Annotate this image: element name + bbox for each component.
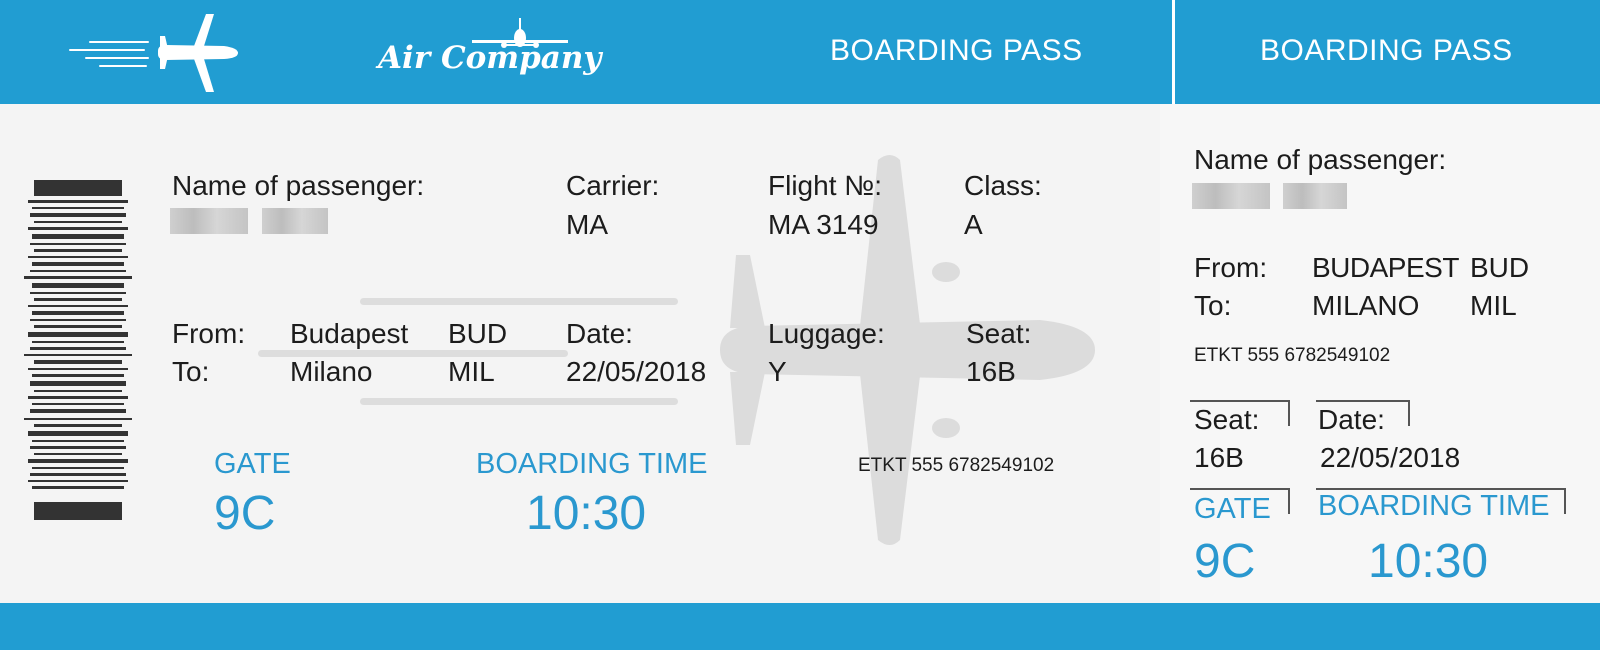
stub-date-value: 22/05/2018	[1320, 442, 1461, 473]
stub-eticket-number: ETKT 555 6782549102	[1194, 345, 1391, 366]
to-code: MIL	[448, 356, 495, 387]
date-label: Date:	[566, 318, 633, 349]
decorative-line	[360, 398, 678, 405]
brand-plane-icon	[472, 18, 568, 48]
stub-from-city: BUDAPEST	[1312, 252, 1459, 283]
stub-boarding-time-value: 10:30	[1368, 535, 1489, 588]
stub-from-label: From:	[1194, 252, 1268, 283]
stub-boarding-time-label: BOARDING TIME	[1318, 490, 1550, 522]
from-city: Budapest	[290, 318, 409, 349]
luggage-label: Luggage:	[768, 318, 885, 349]
stub-seat-value: 16B	[1194, 442, 1244, 473]
barcode-icon	[24, 180, 132, 520]
seat-value: 16B	[966, 356, 1016, 387]
class-value: A	[964, 209, 983, 240]
passenger-name-redacted	[170, 208, 248, 234]
stub-passenger-surname-redacted	[1283, 183, 1347, 209]
decorative-line	[360, 298, 678, 305]
to-label: To:	[172, 356, 210, 387]
stub-to-city: MILANO	[1312, 290, 1420, 321]
class-label: Class:	[964, 170, 1042, 201]
seat-label: Seat:	[966, 318, 1032, 349]
page-title: BOARDING PASS	[830, 34, 1083, 67]
stub-title: BOARDING PASS	[1260, 34, 1513, 67]
flight-label: Flight №:	[768, 170, 883, 201]
gate-label: GATE	[214, 448, 291, 480]
gate-value: 9C	[214, 487, 276, 540]
stub-passenger-label: Name of passenger:	[1194, 144, 1447, 175]
stub-seat-label: Seat:	[1194, 404, 1260, 435]
passenger-surname-redacted	[262, 208, 328, 234]
flight-value: MA 3149	[768, 209, 879, 240]
passenger-label: Name of passenger:	[172, 170, 425, 201]
from-code: BUD	[448, 318, 508, 349]
from-label: From:	[172, 318, 246, 349]
carrier-label: Carrier:	[566, 170, 660, 201]
plane-icon	[69, 14, 238, 92]
footer-band	[0, 603, 1600, 650]
carrier-value: MA	[566, 209, 608, 240]
stub-date-label: Date:	[1318, 404, 1385, 435]
stub-gate-value: 9C	[1194, 535, 1256, 588]
eticket-number: ETKT 555 6782549102	[858, 455, 1055, 476]
boarding-time-value: 10:30	[526, 487, 647, 540]
date-value: 22/05/2018	[566, 356, 707, 387]
stub-from-code: BUD	[1470, 252, 1530, 283]
stub-to-code: MIL	[1470, 290, 1517, 321]
stub-passenger-name-redacted	[1192, 183, 1270, 209]
boarding-time-label: BOARDING TIME	[476, 448, 708, 480]
header-divider	[1172, 0, 1175, 104]
stub-gate-label: GATE	[1194, 493, 1271, 525]
luggage-value: Y	[768, 356, 787, 387]
to-city: Milano	[290, 356, 373, 387]
boarding-pass: Air Company BOARDING PASS BOARDING PASS	[0, 0, 1600, 650]
stub-to-label: To:	[1194, 290, 1232, 321]
